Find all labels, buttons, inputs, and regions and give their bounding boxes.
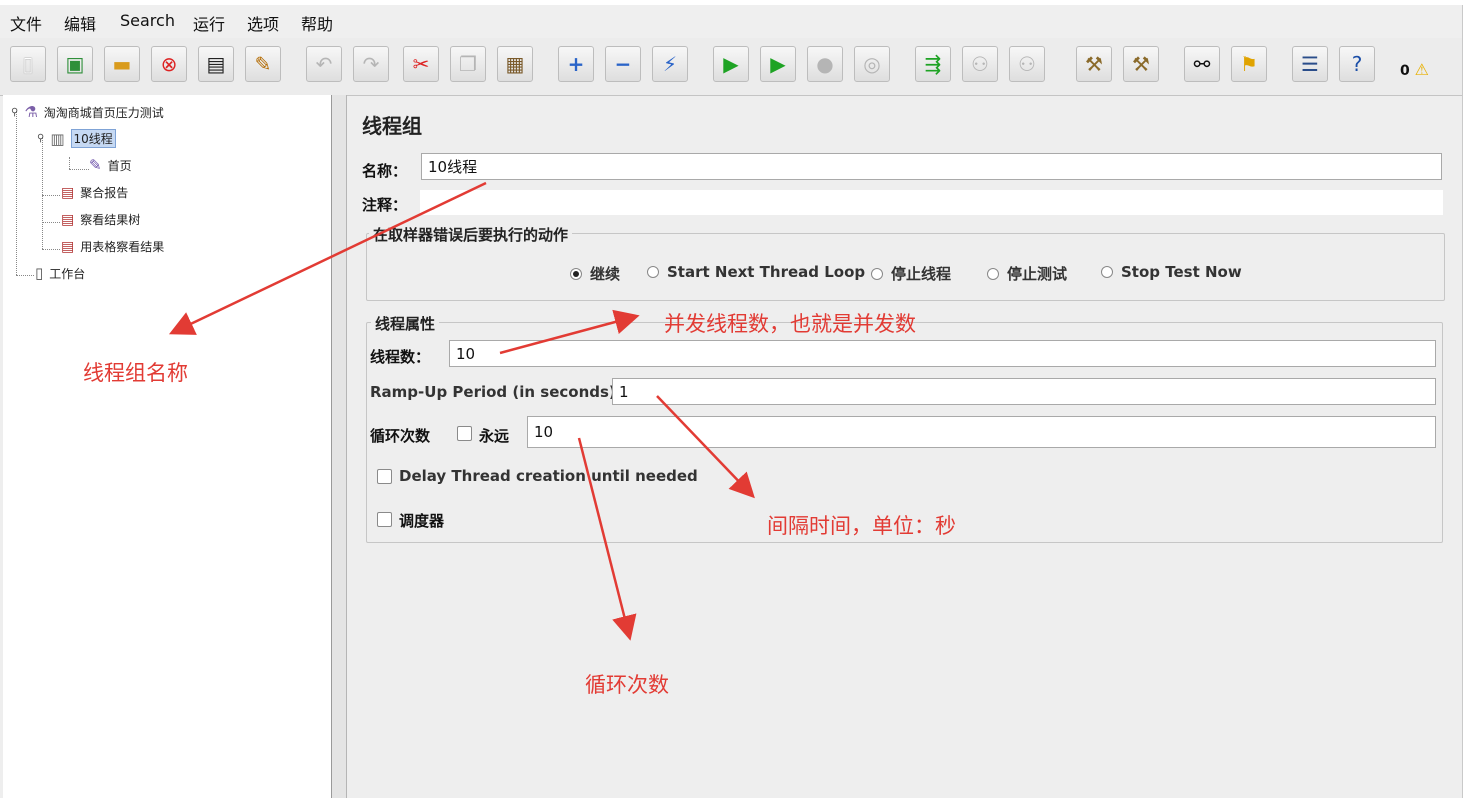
annotation-threads: 并发线程数，也就是并发数: [664, 312, 916, 336]
arrow-group-name: [168, 181, 487, 335]
annotation-loops: 循环次数: [585, 673, 669, 697]
arrow-rampup: [656, 395, 755, 499]
annotation-group-name: 线程组名称: [83, 361, 188, 385]
arrow-loops: [577, 437, 637, 641]
annotation-rampup: 间隔时间，单位：秒: [767, 514, 956, 538]
arrow-threads: [499, 309, 640, 355]
annotation-arrows: [168, 181, 755, 641]
